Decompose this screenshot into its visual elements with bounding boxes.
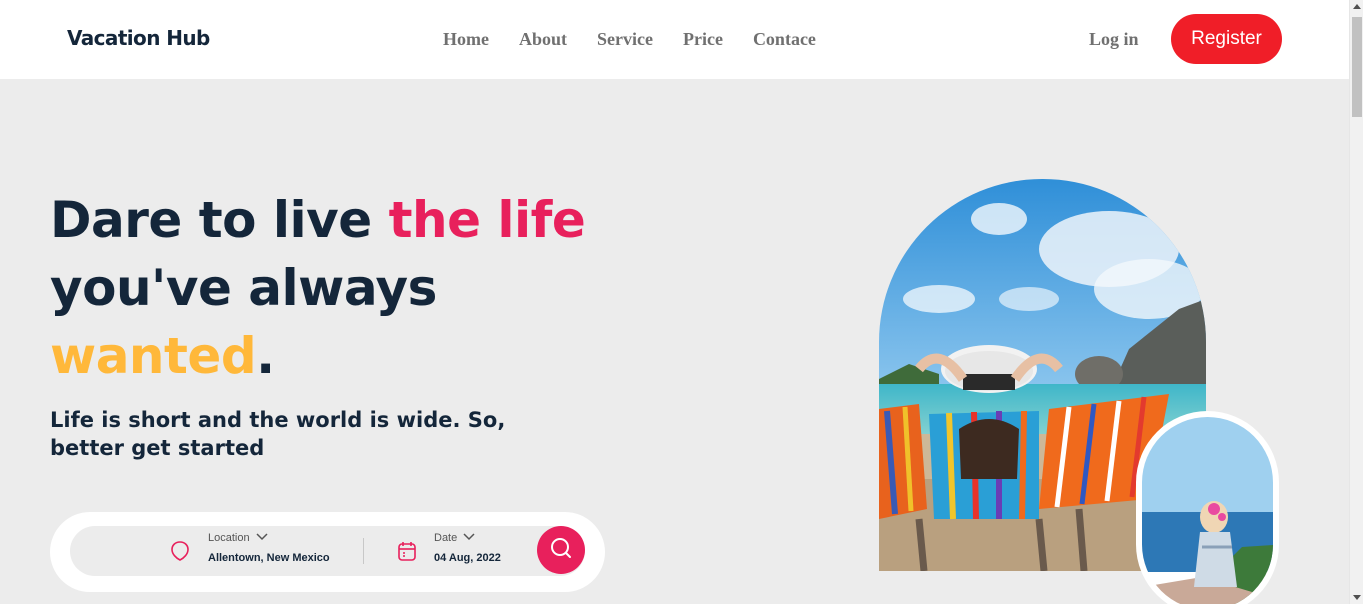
date-value: 04 Aug, 2022 (434, 552, 501, 564)
register-button[interactable]: Register (1171, 14, 1282, 64)
search-fields: Location Allentown, New Mexico Date 04 A… (70, 526, 585, 576)
headline-text-2: you've always (50, 259, 437, 317)
search-icon (549, 536, 573, 565)
location-label: Location (208, 532, 250, 544)
headline-highlight-pink: the life (388, 191, 586, 249)
chevron-down-icon (463, 532, 475, 544)
scroll-down-arrow[interactable] (1353, 595, 1361, 600)
top-navbar: Vacation Hub Home About Service Price Co… (0, 0, 1349, 79)
brand-logo[interactable]: Vacation Hub (67, 26, 210, 50)
chevron-down-icon (256, 532, 268, 544)
headline-text-1: Dare to live (50, 191, 389, 249)
search-button[interactable] (537, 526, 585, 574)
nav-price[interactable]: Price (683, 29, 723, 50)
date-label: Date (434, 532, 458, 544)
location-field[interactable]: Location Allentown, New Mexico (208, 532, 330, 564)
field-divider (363, 538, 364, 564)
search-bar: Location Allentown, New Mexico Date 04 A… (50, 512, 605, 592)
scroll-thumb[interactable] (1352, 17, 1362, 117)
main-nav: Home About Service Price Contace (443, 29, 816, 50)
location-dropdown[interactable]: Location (208, 532, 330, 544)
headline-period: . (256, 327, 275, 385)
scroll-up-arrow[interactable] (1353, 4, 1361, 9)
child-seaside-photo (1142, 417, 1273, 604)
nav-service[interactable]: Service (597, 29, 653, 50)
location-value: Allentown, New Mexico (208, 552, 330, 564)
hero-subtitle: Life is short and the world is wide. So,… (50, 408, 506, 460)
login-link[interactable]: Log in (1089, 29, 1139, 50)
nav-contact[interactable]: Contace (753, 29, 816, 50)
nav-home[interactable]: Home (443, 29, 489, 50)
page-scrollbar[interactable] (1349, 0, 1363, 604)
map-pin-icon (170, 540, 190, 567)
date-field[interactable]: Date 04 Aug, 2022 (434, 532, 501, 564)
calendar-icon (397, 540, 417, 567)
hero-headline: Dare to live the life you've always want… (50, 186, 610, 390)
nav-about[interactable]: About (519, 29, 567, 50)
secondary-photo-frame (1136, 411, 1279, 604)
date-dropdown[interactable]: Date (434, 532, 501, 544)
headline-highlight-yellow: wanted (50, 327, 257, 385)
